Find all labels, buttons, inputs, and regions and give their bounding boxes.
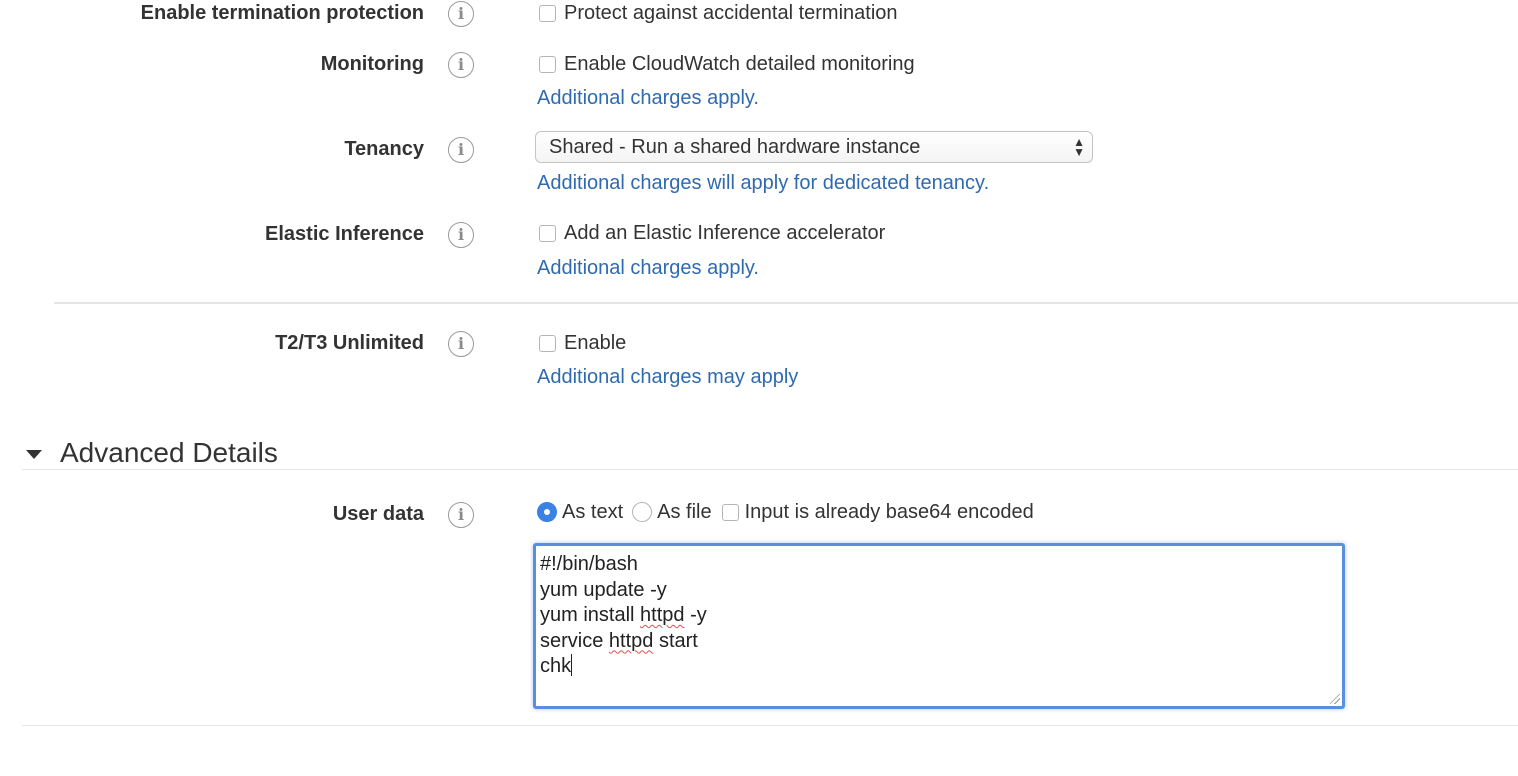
elastic-inference-label: Elastic Inference <box>265 223 424 245</box>
tenancy-select[interactable]: Shared - Run a shared hardware instance … <box>535 131 1093 163</box>
base64-label: Input is already base64 encoded <box>744 501 1034 523</box>
monitoring-checkbox[interactable] <box>539 55 556 73</box>
bottom-divider <box>22 725 1518 726</box>
monitoring-checkbox-row[interactable]: Enable CloudWatch detailed monitoring <box>537 51 915 77</box>
tenancy-label: Tenancy <box>344 138 424 160</box>
user-data-info-icon[interactable]: i <box>448 502 474 528</box>
unlimited-label: T2/T3 Unlimited <box>275 332 424 354</box>
text-cursor <box>571 654 573 676</box>
as-file-label[interactable]: As file <box>657 499 711 525</box>
unlimited-charges-link[interactable]: Additional charges may apply <box>537 364 798 390</box>
elastic-inference-checkbox-label: Add an Elastic Inference accelerator <box>564 222 886 244</box>
user-data-line: yum update -y <box>540 578 667 601</box>
user-data-line: #!/bin/bash <box>540 553 638 575</box>
elastic-inference-checkbox[interactable] <box>539 224 556 242</box>
tenancy-info-icon[interactable]: i <box>448 137 474 163</box>
spellcheck-word: httpd <box>640 604 685 626</box>
user-data-text: start <box>653 629 698 652</box>
user-data-line: service httpd start <box>540 629 1338 655</box>
resize-grip-icon[interactable] <box>1330 694 1340 704</box>
as-file-radio[interactable] <box>632 502 653 522</box>
spellcheck-word: httpd <box>608 629 654 652</box>
tenancy-charges-link[interactable]: Additional charges will apply for dedica… <box>537 170 989 196</box>
advanced-divider <box>22 469 1518 470</box>
unlimited-checkbox[interactable] <box>539 334 556 352</box>
user-data-line: yum install httpd -y <box>540 603 1338 629</box>
user-data-line: chk <box>540 654 1338 680</box>
caret-down-icon <box>26 449 42 459</box>
monitoring-checkbox-label: Enable CloudWatch detailed monitoring <box>564 53 915 75</box>
section-divider <box>54 302 1518 304</box>
advanced-details-title: Advanced Details <box>60 437 278 468</box>
user-data-text: service <box>540 629 609 652</box>
termination-info-icon[interactable]: i <box>448 1 474 27</box>
termination-label: Enable termination protection <box>140 2 424 24</box>
unlimited-checkbox-label: Enable <box>564 332 627 354</box>
monitoring-charges-link[interactable]: Additional charges apply. <box>537 85 759 111</box>
termination-checkbox-row[interactable]: Protect against accidental termination <box>537 0 898 26</box>
select-arrows-icon: ▲ ▼ <box>1073 135 1085 159</box>
user-data-text: -y <box>684 604 707 626</box>
advanced-details-toggle[interactable]: Advanced Details <box>26 436 278 470</box>
termination-checkbox[interactable] <box>539 4 556 22</box>
user-data-text: yum install <box>540 604 641 626</box>
monitoring-info-icon[interactable]: i <box>448 52 474 78</box>
user-data-options: As text As file Input is already base64 … <box>537 499 1034 525</box>
advanced-instance-config: Enable termination protection i Protect … <box>0 0 1518 776</box>
termination-checkbox-label: Protect against accidental termination <box>564 2 898 24</box>
user-data-label: User data <box>332 503 424 525</box>
tenancy-select-value: Shared - Run a shared hardware instance <box>549 136 921 158</box>
elastic-inference-checkbox-row[interactable]: Add an Elastic Inference accelerator <box>537 220 885 246</box>
unlimited-info-icon[interactable]: i <box>448 331 474 357</box>
as-text-label[interactable]: As text <box>562 499 623 525</box>
unlimited-checkbox-row[interactable]: Enable <box>537 330 626 356</box>
elastic-inference-info-icon[interactable]: i <box>448 222 474 248</box>
as-text-radio[interactable] <box>537 502 557 522</box>
monitoring-label: Monitoring <box>320 53 424 75</box>
user-data-text: chk <box>540 655 572 677</box>
base64-checkbox[interactable] <box>721 503 739 521</box>
elastic-inference-charges-link[interactable]: Additional charges apply. <box>537 255 759 281</box>
user-data-textarea[interactable]: #!/bin/bash yum update -y yum install ht… <box>533 543 1345 709</box>
